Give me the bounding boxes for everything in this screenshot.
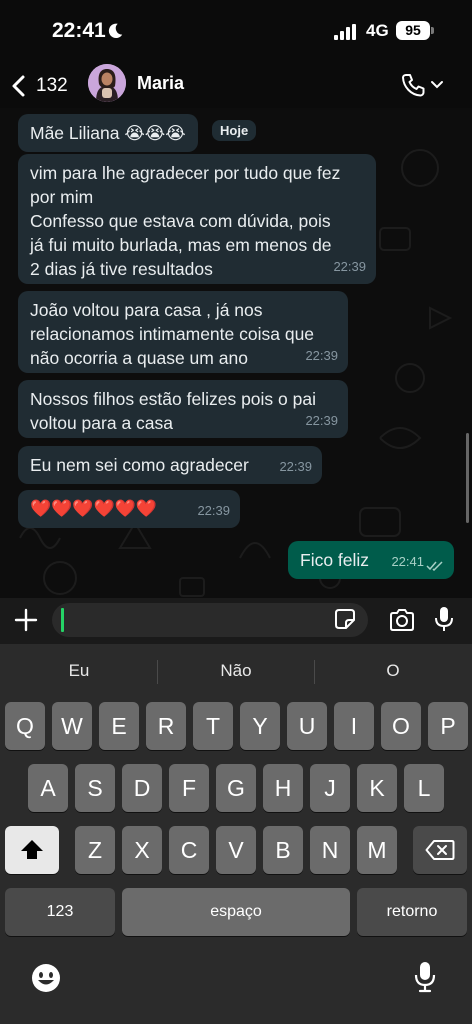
key-u[interactable]: U [287, 702, 327, 750]
delete-key[interactable] [413, 826, 467, 874]
composer-bar [0, 598, 472, 644]
key-k[interactable]: K [357, 764, 397, 812]
key-t[interactable]: T [193, 702, 233, 750]
message-text: Eu nem sei como agradecer [30, 455, 249, 475]
key-h[interactable]: H [263, 764, 303, 812]
message-bubble[interactable]: Mãe Liliana 😭😭😭 [18, 114, 198, 152]
battery-indicator: 95 [396, 21, 430, 40]
dictation-mic-icon[interactable] [414, 960, 436, 994]
key-v[interactable]: V [216, 826, 256, 874]
key-b[interactable]: B [263, 826, 303, 874]
message-bubble[interactable]: Nossos filhos estão felizes pois o pai v… [18, 380, 348, 438]
suggestion-divider [314, 660, 315, 684]
sticker-icon[interactable] [334, 608, 356, 630]
key-j[interactable]: J [310, 764, 350, 812]
message-time: 22:41 [391, 554, 424, 569]
outgoing-message-bubble[interactable]: Fico feliz 22:41 [288, 541, 454, 579]
unread-count: 132 [36, 75, 68, 96]
status-bar: 22:41 4G 95 [0, 0, 472, 64]
shift-key[interactable] [5, 826, 59, 874]
back-button[interactable]: 132 [10, 68, 68, 104]
message-time: 22:39 [333, 259, 366, 274]
key-c[interactable]: C [169, 826, 209, 874]
chat-area[interactable]: Mãe Liliana 😭😭😭 Hoje vim para lhe agrade… [0, 108, 472, 598]
message-text: vim para lhe agradecer por tudo que fez … [30, 163, 341, 279]
key-q[interactable]: Q [5, 702, 45, 750]
message-text: João voltou para casa , já nos relaciona… [30, 300, 315, 368]
chat-header: 132 Maria [0, 64, 472, 108]
suggestion-2[interactable]: Não [175, 656, 297, 686]
message-time: 22:39 [197, 503, 230, 518]
scrollbar[interactable] [466, 433, 469, 523]
avatar[interactable] [88, 64, 126, 102]
avatar-image [88, 64, 126, 102]
call-button[interactable] [400, 70, 446, 100]
chevron-left-icon [12, 75, 25, 97]
phone-icon [402, 74, 425, 97]
key-a[interactable]: A [28, 764, 68, 812]
message-text: Nossos filhos estão felizes pois o pai v… [30, 389, 316, 433]
message-time: 22:39 [305, 413, 338, 428]
message-time: 22:39 [305, 348, 338, 363]
key-i[interactable]: I [334, 702, 374, 750]
return-key[interactable]: retorno [357, 888, 467, 936]
keyboard: Eu Não O Q W E R T Y U I O P A S D F G H… [0, 644, 472, 1024]
key-s[interactable]: S [75, 764, 115, 812]
text-cursor [61, 608, 64, 632]
key-e[interactable]: E [99, 702, 139, 750]
message-text: Mãe Liliana 😭😭😭 [30, 123, 186, 143]
key-w[interactable]: W [52, 702, 92, 750]
message-bubble[interactable]: ❤️❤️❤️❤️❤️❤️ 22:39 [18, 490, 240, 528]
backspace-icon [425, 840, 455, 860]
key-o[interactable]: O [381, 702, 421, 750]
key-z[interactable]: Z [75, 826, 115, 874]
suggestion-1[interactable]: Eu [18, 656, 140, 686]
key-g[interactable]: G [216, 764, 256, 812]
message-time: 22:39 [279, 459, 312, 474]
key-m[interactable]: M [357, 826, 397, 874]
signal-icon [334, 24, 356, 40]
message-input[interactable] [52, 603, 368, 637]
numbers-key[interactable]: 123 [5, 888, 115, 936]
battery-tip [431, 27, 434, 34]
message-bubble[interactable]: vim para lhe agradecer por tudo que fez … [18, 154, 376, 284]
space-key[interactable]: espaço [122, 888, 350, 936]
read-ticks-icon [426, 561, 443, 571]
key-r[interactable]: R [146, 702, 186, 750]
chevron-down-icon [431, 81, 443, 89]
key-l[interactable]: L [404, 764, 444, 812]
moon-icon [108, 23, 123, 39]
key-d[interactable]: D [122, 764, 162, 812]
message-bubble[interactable]: Eu nem sei como agradecer 22:39 [18, 446, 322, 484]
suggestion-divider [157, 660, 158, 684]
key-x[interactable]: X [122, 826, 162, 874]
key-f[interactable]: F [169, 764, 209, 812]
date-pill: Hoje [212, 120, 257, 141]
shift-icon [21, 840, 43, 859]
microphone-icon[interactable] [434, 605, 454, 633]
key-p[interactable]: P [428, 702, 468, 750]
message-bubble[interactable]: João voltou para casa , já nos relaciona… [18, 291, 348, 373]
suggestion-3[interactable]: O [332, 656, 454, 686]
status-time: 22:41 [52, 19, 106, 42]
network-label: 4G [366, 21, 389, 40]
contact-name[interactable]: Maria [137, 73, 184, 94]
camera-icon[interactable] [388, 607, 416, 633]
emoji-icon[interactable] [30, 962, 62, 994]
plus-icon[interactable] [12, 606, 40, 634]
key-n[interactable]: N [310, 826, 350, 874]
key-y[interactable]: Y [240, 702, 280, 750]
